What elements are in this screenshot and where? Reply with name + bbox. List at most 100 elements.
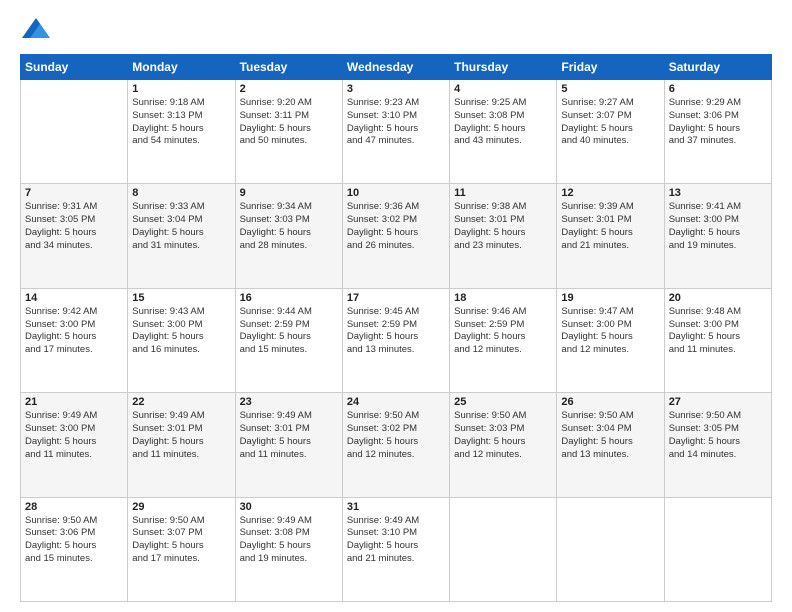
day-cell: 1 Sunrise: 9:18 AM Sunset: 3:13 PM Daylig… <box>128 80 235 184</box>
day-cell: 15 Sunrise: 9:43 AM Sunset: 3:00 PM Dayli… <box>128 288 235 392</box>
day-number: 14 <box>25 292 123 304</box>
day-cell: 31 Sunrise: 9:49 AM Sunset: 3:10 PM Dayli… <box>342 497 449 601</box>
day-detail: Sunrise: 9:49 AM Sunset: 3:08 PM Dayligh… <box>240 515 338 566</box>
day-number: 1 <box>132 83 230 95</box>
day-cell <box>664 497 771 601</box>
day-number: 13 <box>669 187 767 199</box>
day-detail: Sunrise: 9:29 AM Sunset: 3:06 PM Dayligh… <box>669 97 767 148</box>
day-detail: Sunrise: 9:33 AM Sunset: 3:04 PM Dayligh… <box>132 201 230 252</box>
day-number: 12 <box>561 187 659 199</box>
day-number: 31 <box>347 501 445 513</box>
day-number: 10 <box>347 187 445 199</box>
day-detail: Sunrise: 9:18 AM Sunset: 3:13 PM Dayligh… <box>132 97 230 148</box>
day-detail: Sunrise: 9:39 AM Sunset: 3:01 PM Dayligh… <box>561 201 659 252</box>
day-cell: 13 Sunrise: 9:41 AM Sunset: 3:00 PM Dayli… <box>664 184 771 288</box>
day-cell: 2 Sunrise: 9:20 AM Sunset: 3:11 PM Daylig… <box>235 80 342 184</box>
day-detail: Sunrise: 9:20 AM Sunset: 3:11 PM Dayligh… <box>240 97 338 148</box>
week-row-4: 21 Sunrise: 9:49 AM Sunset: 3:00 PM Dayli… <box>21 393 772 497</box>
day-detail: Sunrise: 9:38 AM Sunset: 3:01 PM Dayligh… <box>454 201 552 252</box>
day-cell: 9 Sunrise: 9:34 AM Sunset: 3:03 PM Daylig… <box>235 184 342 288</box>
day-detail: Sunrise: 9:49 AM Sunset: 3:00 PM Dayligh… <box>25 410 123 461</box>
day-number: 26 <box>561 396 659 408</box>
day-detail: Sunrise: 9:36 AM Sunset: 3:02 PM Dayligh… <box>347 201 445 252</box>
day-cell: 5Sunrise: 9:27 AM Sunset: 3:07 PM Daylig… <box>557 80 664 184</box>
day-detail: Sunrise: 9:50 AM Sunset: 3:06 PM Dayligh… <box>25 515 123 566</box>
day-cell: 27Sunrise: 9:50 AM Sunset: 3:05 PM Dayli… <box>664 393 771 497</box>
day-number: 15 <box>132 292 230 304</box>
logo-icon <box>20 16 52 44</box>
day-number: 16 <box>240 292 338 304</box>
weekday-header-tuesday: Tuesday <box>235 55 342 80</box>
day-number: 3 <box>347 83 445 95</box>
day-number: 27 <box>669 396 767 408</box>
day-cell <box>450 497 557 601</box>
day-number: 28 <box>25 501 123 513</box>
day-number: 7 <box>25 187 123 199</box>
day-cell: 30 Sunrise: 9:49 AM Sunset: 3:08 PM Dayli… <box>235 497 342 601</box>
day-detail: Sunrise: 9:45 AM Sunset: 2:59 PM Dayligh… <box>347 306 445 357</box>
day-number: 4 <box>454 83 552 95</box>
day-cell: 16 Sunrise: 9:44 AM Sunset: 2:59 PM Dayli… <box>235 288 342 392</box>
day-cell <box>557 497 664 601</box>
day-detail: Sunrise: 9:47 AM Sunset: 3:00 PM Dayligh… <box>561 306 659 357</box>
day-cell: 17 Sunrise: 9:45 AM Sunset: 2:59 PM Dayli… <box>342 288 449 392</box>
day-number: 23 <box>240 396 338 408</box>
week-row-5: 28 Sunrise: 9:50 AM Sunset: 3:06 PM Dayli… <box>21 497 772 601</box>
day-cell: 25Sunrise: 9:50 AM Sunset: 3:03 PM Dayli… <box>450 393 557 497</box>
day-number: 2 <box>240 83 338 95</box>
day-cell: 6 Sunrise: 9:29 AM Sunset: 3:06 PM Daylig… <box>664 80 771 184</box>
day-number: 8 <box>132 187 230 199</box>
day-number: 30 <box>240 501 338 513</box>
day-number: 9 <box>240 187 338 199</box>
day-number: 11 <box>454 187 552 199</box>
day-detail: Sunrise: 9:34 AM Sunset: 3:03 PM Dayligh… <box>240 201 338 252</box>
day-detail: Sunrise: 9:49 AM Sunset: 3:10 PM Dayligh… <box>347 515 445 566</box>
day-cell: 7Sunrise: 9:31 AM Sunset: 3:05 PM Daylig… <box>21 184 128 288</box>
day-number: 6 <box>669 83 767 95</box>
day-detail: Sunrise: 9:50 AM Sunset: 3:02 PM Dayligh… <box>347 410 445 461</box>
day-number: 22 <box>132 396 230 408</box>
day-detail: Sunrise: 9:49 AM Sunset: 3:01 PM Dayligh… <box>240 410 338 461</box>
day-detail: Sunrise: 9:41 AM Sunset: 3:00 PM Dayligh… <box>669 201 767 252</box>
day-detail: Sunrise: 9:27 AM Sunset: 3:07 PM Dayligh… <box>561 97 659 148</box>
day-cell: 21 Sunrise: 9:49 AM Sunset: 3:00 PM Dayli… <box>21 393 128 497</box>
day-cell: 22 Sunrise: 9:49 AM Sunset: 3:01 PM Dayli… <box>128 393 235 497</box>
day-detail: Sunrise: 9:50 AM Sunset: 3:07 PM Dayligh… <box>132 515 230 566</box>
day-cell: 11 Sunrise: 9:38 AM Sunset: 3:01 PM Dayli… <box>450 184 557 288</box>
day-cell: 14 Sunrise: 9:42 AM Sunset: 3:00 PM Dayli… <box>21 288 128 392</box>
day-detail: Sunrise: 9:23 AM Sunset: 3:10 PM Dayligh… <box>347 97 445 148</box>
week-row-3: 14 Sunrise: 9:42 AM Sunset: 3:00 PM Dayli… <box>21 288 772 392</box>
day-cell: 23 Sunrise: 9:49 AM Sunset: 3:01 PM Dayli… <box>235 393 342 497</box>
day-cell: 24 Sunrise: 9:50 AM Sunset: 3:02 PM Dayli… <box>342 393 449 497</box>
day-number: 17 <box>347 292 445 304</box>
calendar-table: SundayMondayTuesdayWednesdayThursdayFrid… <box>20 54 772 602</box>
day-cell: 19 Sunrise: 9:47 AM Sunset: 3:00 PM Dayli… <box>557 288 664 392</box>
header <box>20 16 772 44</box>
weekday-header-friday: Friday <box>557 55 664 80</box>
day-detail: Sunrise: 9:43 AM Sunset: 3:00 PM Dayligh… <box>132 306 230 357</box>
day-cell: 4 Sunrise: 9:25 AM Sunset: 3:08 PM Daylig… <box>450 80 557 184</box>
day-detail: Sunrise: 9:49 AM Sunset: 3:01 PM Dayligh… <box>132 410 230 461</box>
day-detail: Sunrise: 9:42 AM Sunset: 3:00 PM Dayligh… <box>25 306 123 357</box>
week-row-2: 7Sunrise: 9:31 AM Sunset: 3:05 PM Daylig… <box>21 184 772 288</box>
day-number: 21 <box>25 396 123 408</box>
weekday-header-sunday: Sunday <box>21 55 128 80</box>
day-detail: Sunrise: 9:48 AM Sunset: 3:00 PM Dayligh… <box>669 306 767 357</box>
day-cell: 28 Sunrise: 9:50 AM Sunset: 3:06 PM Dayli… <box>21 497 128 601</box>
day-number: 19 <box>561 292 659 304</box>
page: SundayMondayTuesdayWednesdayThursdayFrid… <box>0 0 792 612</box>
day-cell: 26 Sunrise: 9:50 AM Sunset: 3:04 PM Dayli… <box>557 393 664 497</box>
week-row-1: 1 Sunrise: 9:18 AM Sunset: 3:13 PM Daylig… <box>21 80 772 184</box>
day-cell: 3 Sunrise: 9:23 AM Sunset: 3:10 PM Daylig… <box>342 80 449 184</box>
day-cell: 12 Sunrise: 9:39 AM Sunset: 3:01 PM Dayli… <box>557 184 664 288</box>
day-number: 24 <box>347 396 445 408</box>
day-detail: Sunrise: 9:50 AM Sunset: 3:04 PM Dayligh… <box>561 410 659 461</box>
day-cell: 10 Sunrise: 9:36 AM Sunset: 3:02 PM Dayli… <box>342 184 449 288</box>
day-detail: Sunrise: 9:44 AM Sunset: 2:59 PM Dayligh… <box>240 306 338 357</box>
day-number: 29 <box>132 501 230 513</box>
weekday-header-row: SundayMondayTuesdayWednesdayThursdayFrid… <box>21 55 772 80</box>
day-cell: 29 Sunrise: 9:50 AM Sunset: 3:07 PM Dayli… <box>128 497 235 601</box>
day-detail: Sunrise: 9:25 AM Sunset: 3:08 PM Dayligh… <box>454 97 552 148</box>
weekday-header-saturday: Saturday <box>664 55 771 80</box>
weekday-header-thursday: Thursday <box>450 55 557 80</box>
